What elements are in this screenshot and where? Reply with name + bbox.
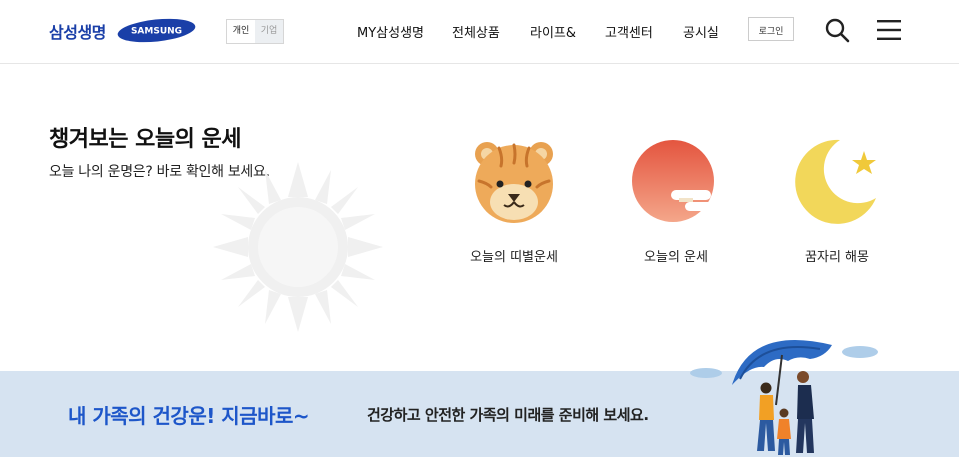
tab-corporate[interactable]: 기업 [255,20,283,43]
banner-subtitle: 건강하고 안전한 가족의 미래를 준비해 보세요. [367,406,649,424]
tab-personal[interactable]: 개인 [227,20,255,43]
nav-my-samsung-life[interactable]: MY삼성생명 [357,22,424,41]
card-label: 꿈자리 해몽 [805,250,869,265]
banner-title: 내 가족의 건강운! 지금바로~ [68,404,310,428]
card-zodiac-fortune[interactable]: 오늘의 띠별운세 [434,136,594,276]
customer-type-toggle: 개인 기업 [226,19,284,44]
login-button[interactable]: 로그인 [748,17,794,41]
site-header: 삼성생명 SAMSUNG 개인 기업 MY삼성생명 전체상품 라이프& 고객센터… [0,0,959,64]
card-daily-fortune[interactable]: 오늘의 운세 [596,136,756,276]
card-label: 오늘의 운세 [644,250,708,265]
sunrise-icon [632,140,719,222]
section-title: 챙겨보는 오늘의 운세 [49,127,241,152]
card-label: 오늘의 띠별운세 [470,250,558,265]
svg-text:SAMSUNG: SAMSUNG [131,27,182,37]
nav-customer-center[interactable]: 고객센터 [605,22,653,41]
card-dream-interpretation[interactable]: 꿈자리 해몽 [757,136,917,276]
nav-life[interactable]: 라이프& [530,22,576,41]
samsung-life-logo[interactable]: 삼성생명 [49,19,106,43]
nav-all-products[interactable]: 전체상품 [452,22,500,41]
samsung-logo[interactable]: SAMSUNG [117,18,196,43]
moon-star-icon [795,139,876,224]
nav-disclosure[interactable]: 공시실 [683,22,719,41]
tiger-icon [475,142,553,223]
search-icon[interactable] [824,17,850,43]
family-umbrella-illustration [690,340,878,455]
hamburger-menu-icon[interactable] [877,19,901,41]
sun-decoration-icon [213,162,383,332]
